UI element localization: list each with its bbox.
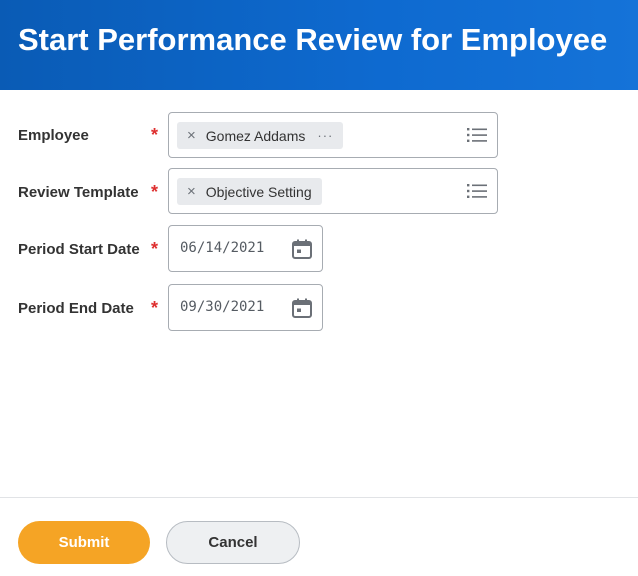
period-start-date-value[interactable]: 06/14/2021 xyxy=(180,240,264,256)
period-end-date-field[interactable]: 09/30/2021 xyxy=(168,284,323,331)
employee-row: Employee * × Gomez Addams ··· xyxy=(0,112,638,159)
close-icon[interactable]: × xyxy=(187,184,196,199)
period-start-date-label: Period Start Date xyxy=(18,241,140,258)
review-template-row: Review Template * × Objective Setting xyxy=(0,168,638,215)
period-end-date-label: Period End Date xyxy=(18,300,134,317)
calendar-icon[interactable] xyxy=(291,297,313,319)
review-template-selected-value: Objective Setting xyxy=(205,183,312,200)
review-template-selected-pill[interactable]: × Objective Setting xyxy=(177,178,322,205)
page-title: Start Performance Review for Employee xyxy=(18,22,608,57)
employee-selected-pill[interactable]: × Gomez Addams ··· xyxy=(177,122,344,149)
employee-selected-value: Gomez Addams xyxy=(205,127,306,144)
calendar-icon[interactable] xyxy=(291,238,313,260)
close-icon[interactable]: × xyxy=(187,128,196,143)
page-header: Start Performance Review for Employee xyxy=(0,0,638,90)
employee-prompt-field[interactable]: × Gomez Addams ··· xyxy=(168,112,498,158)
period-start-date-row: Period Start Date * 06/14/2021 xyxy=(0,225,638,272)
more-icon[interactable]: ··· xyxy=(317,129,333,142)
review-template-label: Review Template xyxy=(18,184,139,201)
list-icon[interactable] xyxy=(467,126,487,144)
list-icon[interactable] xyxy=(467,182,487,200)
footer-divider xyxy=(0,497,638,498)
required-marker: * xyxy=(151,298,159,318)
cancel-button[interactable]: Cancel xyxy=(166,521,300,564)
review-template-prompt-field[interactable]: × Objective Setting xyxy=(168,168,498,214)
period-end-date-value[interactable]: 09/30/2021 xyxy=(180,299,264,315)
submit-button[interactable]: Submit xyxy=(18,521,150,564)
required-marker: * xyxy=(151,182,159,202)
required-marker: * xyxy=(151,125,159,145)
employee-label: Employee xyxy=(18,127,89,144)
period-end-date-row: Period End Date * 09/30/2021 xyxy=(0,284,638,331)
period-start-date-field[interactable]: 06/14/2021 xyxy=(168,225,323,272)
required-marker: * xyxy=(151,239,159,259)
